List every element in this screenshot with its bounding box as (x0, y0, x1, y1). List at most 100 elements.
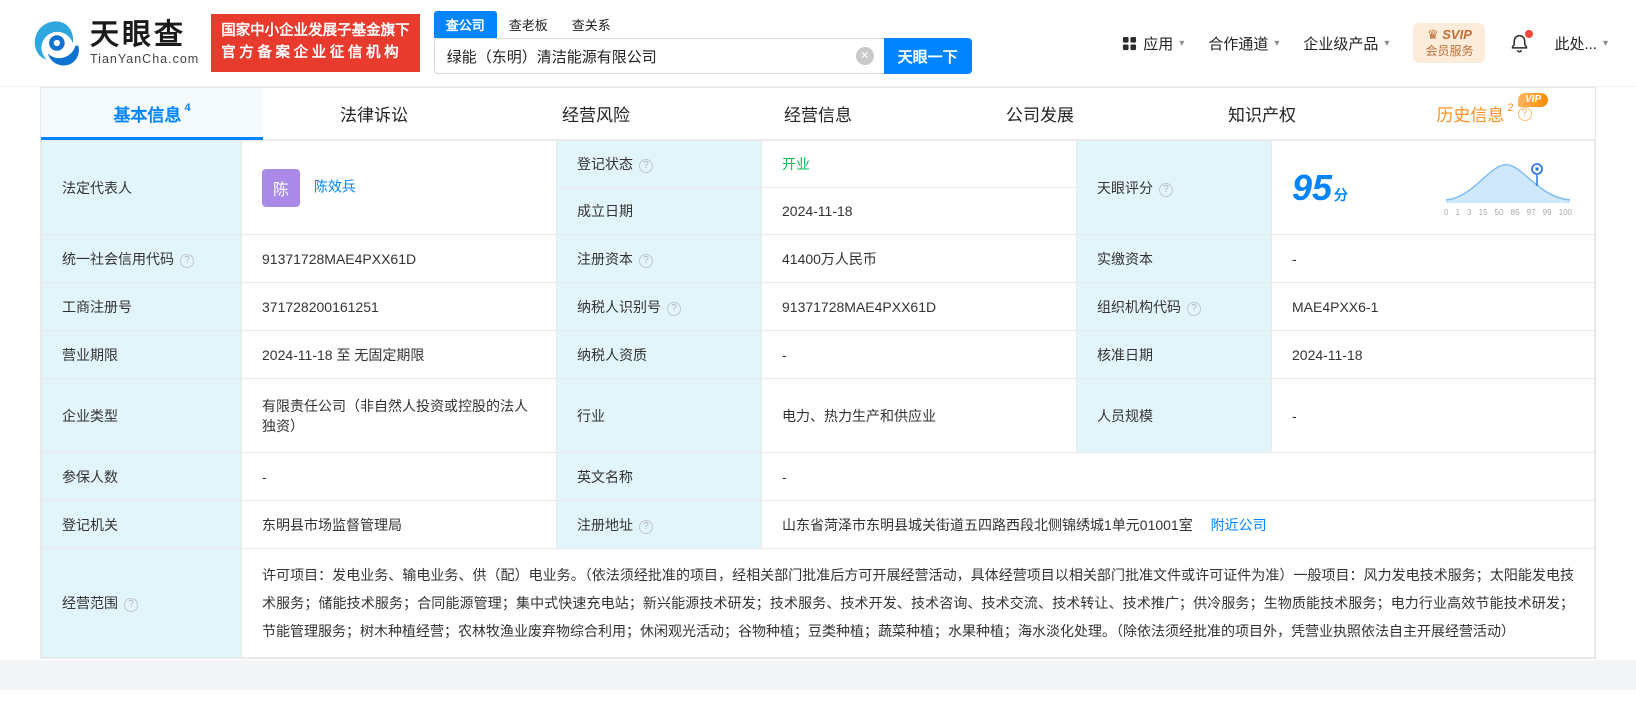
top-navigation: 应用 ▾ 合作通道 ▾ 企业级产品 ▾ ♛ SVIP 会员服务 此处... ▾ (1122, 23, 1608, 63)
registered-address-label: 注册地址 (556, 500, 762, 549)
registered-capital-value: 41400万人民币 (761, 234, 1077, 283)
chevron-down-icon: ▾ (1602, 37, 1608, 49)
staff-size-label: 人员规模 (1076, 378, 1272, 453)
credit-code-value: 91371728MAE4PXX61D (241, 234, 557, 283)
nearby-companies-link[interactable]: 附近公司 (1211, 517, 1267, 533)
certification-line1: 国家中小企业发展子基金旗下 (221, 23, 410, 40)
help-icon[interactable] (639, 159, 653, 173)
insured-count-label: 参保人数 (41, 452, 242, 501)
page-background-strip (0, 660, 1636, 690)
tab-company-development[interactable]: 公司发展 (929, 88, 1151, 139)
tab-search-company[interactable]: 查公司 (433, 11, 497, 38)
registration-authority-label: 登记机关 (41, 500, 242, 549)
logo-swirl-icon (34, 21, 79, 66)
brand-domain: TianYanCha.com (90, 52, 200, 67)
legal-representative-value: 陈 陈效兵 (241, 140, 557, 235)
tab-intellectual-property[interactable]: 知识产权 (1151, 88, 1373, 139)
tab-basic-label: 基本信息 (113, 106, 182, 125)
taxpayer-id-label: 纳税人识别号 (556, 282, 762, 331)
tab-basic-count: 4 (184, 101, 191, 114)
tab-business-info[interactable]: 经营信息 (707, 88, 929, 139)
org-code-value: MAE4PXX6-1 (1271, 282, 1595, 331)
nav-enterprise-products[interactable]: 企业级产品 ▾ (1303, 33, 1389, 54)
history-help-icon[interactable] (1517, 106, 1532, 121)
tab-search-relation[interactable]: 查关系 (560, 11, 623, 38)
chevron-down-icon: ▾ (1384, 37, 1390, 49)
nav-apps[interactable]: 应用 ▾ (1122, 33, 1184, 54)
svip-title: SVIP (1442, 27, 1472, 43)
tianyan-score-value: 95 分 0 1 3 15 50 85 97 99 100 (1271, 140, 1595, 235)
staff-size-value: - (1271, 378, 1595, 453)
help-icon[interactable] (1159, 182, 1173, 197)
establish-date-label: 成立日期 (556, 187, 762, 235)
chevron-down-icon: ▾ (1179, 37, 1185, 49)
paid-capital-value: - (1271, 234, 1595, 283)
insured-count-value: - (241, 452, 557, 501)
tab-legal-proceedings[interactable]: 法律诉讼 (263, 88, 485, 139)
help-icon[interactable] (1187, 301, 1201, 316)
certification-line2: 官方备案企业征信机构 (221, 45, 403, 61)
svip-subtitle: 会员服务 (1425, 43, 1474, 58)
certification-badge: 国家中小企业发展子基金旗下 官方备案企业征信机构 (211, 14, 420, 72)
nav-cooperation-label: 合作通道 (1208, 35, 1269, 53)
tab-history-count: 2 (1507, 101, 1514, 114)
company-tab-bar: 基本信息 4 法律诉讼 经营风险 经营信息 公司发展 知识产权 VIP 历史信息 2 (41, 88, 1595, 140)
search-button[interactable]: 天眼一下 (883, 38, 972, 74)
help-icon[interactable] (180, 253, 194, 268)
credit-code-label: 统一社会信用代码 (41, 234, 242, 283)
registration-authority-value: 东明县市场监督管理局 (241, 500, 557, 549)
search-input[interactable] (434, 39, 884, 73)
org-code-label: 组织机构代码 (1076, 282, 1272, 331)
tab-basic-info[interactable]: 基本信息 4 (41, 88, 263, 140)
help-icon[interactable] (639, 253, 653, 268)
search-area: 查公司 查老板 查关系 ✕ 天眼一下 (433, 11, 974, 74)
nav-apps-label: 应用 (1143, 35, 1174, 53)
tab-history-info[interactable]: VIP 历史信息 2 (1373, 88, 1595, 139)
english-name-value: - (761, 452, 1595, 501)
business-term-value: 2024-11-18 至 无固定期限 (241, 330, 557, 379)
taxpayer-quality-label: 纳税人资质 (556, 330, 762, 379)
registered-capital-label: 注册资本 (556, 234, 762, 283)
nav-cooperation[interactable]: 合作通道 ▾ (1208, 33, 1279, 54)
user-menu[interactable]: 此处... ▾ (1554, 33, 1608, 54)
registration-status-label: 登记状态 (556, 140, 762, 188)
business-scope-label: 经营范围 (41, 548, 242, 658)
tab-search-boss[interactable]: 查老板 (497, 11, 560, 38)
help-icon[interactable] (667, 301, 681, 316)
tab-operating-risk[interactable]: 经营风险 (485, 88, 707, 139)
registration-number-value: 371728200161251 (241, 282, 557, 331)
apps-grid-icon (1123, 36, 1137, 50)
taxpayer-quality-value: - (761, 330, 1077, 379)
brand-name: 天眼查 (90, 18, 187, 51)
business-scope-value: 许可项目：发电业务、输电业务、供（配）电业务。（依法须经批准的项目，经相关部门批… (241, 548, 1595, 658)
notification-dot (1525, 29, 1534, 38)
legal-representative-avatar[interactable]: 陈 (262, 168, 300, 207)
svip-member-button[interactable]: ♛ SVIP 会员服务 (1413, 23, 1486, 63)
business-term-label: 营业期限 (41, 330, 242, 379)
establish-date-value: 2024-11-18 (761, 187, 1077, 235)
score-number: 95 分 (1292, 166, 1349, 208)
tianyancha-logo[interactable]: 天眼查 TianYanCha.com (30, 17, 199, 69)
nav-enterprise-label: 企业级产品 (1303, 35, 1379, 53)
user-menu-label: 此处... (1554, 35, 1597, 53)
company-detail-card: 基本信息 4 法律诉讼 经营风险 经营信息 公司发展 知识产权 VIP 历史信息 2… (40, 87, 1596, 659)
paid-capital-label: 实缴资本 (1076, 234, 1272, 283)
notification-bell-icon[interactable] (1509, 29, 1534, 54)
industry-value: 电力、热力生产和供应业 (761, 378, 1077, 453)
legal-representative-label: 法定代表人 (41, 140, 242, 235)
registered-address-value: 山东省菏泽市东明县城关街道五四路西段北侧锦绣城1单元01001室 附近公司 (761, 500, 1595, 549)
search-box: ✕ (433, 38, 884, 74)
registration-status-value: 开业 (761, 140, 1077, 188)
company-type-label: 企业类型 (41, 378, 242, 453)
registration-number-label: 工商注册号 (41, 282, 242, 331)
english-name-label: 英文名称 (556, 452, 762, 501)
header: 天眼查 TianYanCha.com 国家中小企业发展子基金旗下 官方备案企业征… (0, 0, 1636, 87)
help-icon[interactable] (639, 519, 653, 534)
industry-label: 行业 (556, 378, 762, 453)
help-icon[interactable] (124, 598, 138, 612)
legal-representative-link[interactable]: 陈效兵 (314, 178, 356, 194)
score-axis: 0 1 3 15 50 85 97 99 100 (1444, 208, 1572, 217)
basic-info-table: 法定代表人 陈 陈效兵 登记状态 开业 天眼评分 95分 (41, 140, 1595, 658)
crown-icon: ♛ (1426, 27, 1439, 43)
clear-search-icon[interactable]: ✕ (855, 47, 874, 65)
